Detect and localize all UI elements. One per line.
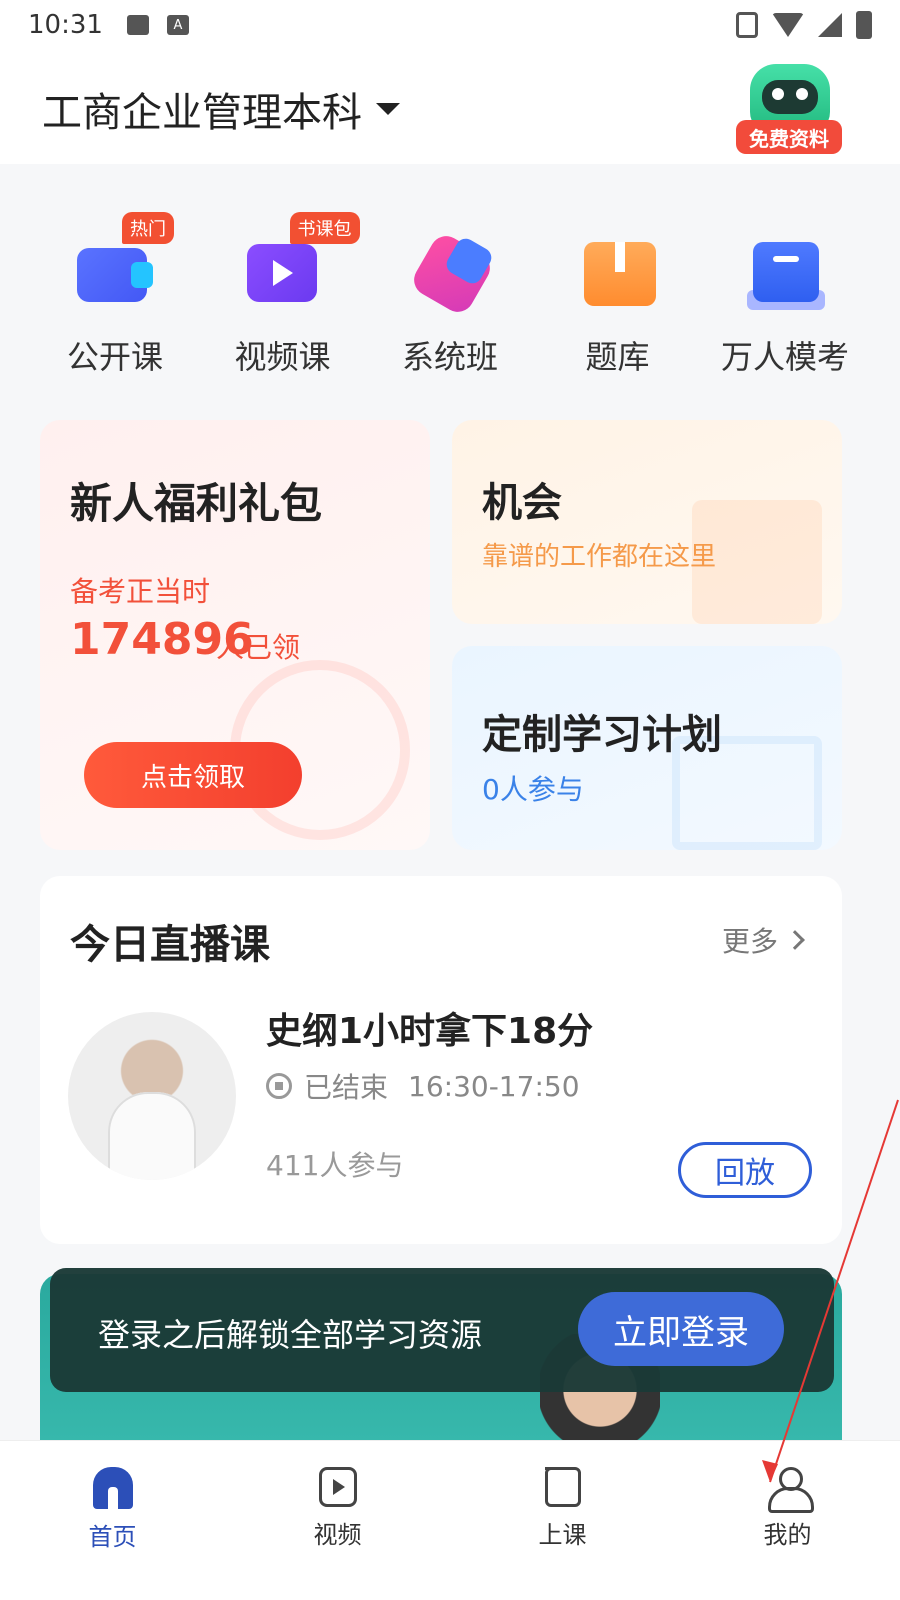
question-bank-icon (576, 228, 660, 308)
dropdown-caret-icon (376, 103, 400, 115)
tab-class[interactable]: 上课 (450, 1441, 675, 1600)
free-material-badge: 免费资料 (736, 120, 842, 154)
wifi-icon (772, 13, 804, 37)
course-title[interactable]: 史纲1小时拿下18分 (266, 1002, 593, 1054)
plan-title: 定制学习计划 (482, 712, 722, 758)
profile-icon (767, 1467, 814, 1513)
bottom-tab-bar: 首页 视频 上课 我的 (0, 1440, 900, 1600)
today-live-section: 今日直播课 更多 史纲1小时拿下18分 已结束 16:30-17:50 411人… (40, 876, 842, 1244)
tab-home[interactable]: 首页 (0, 1441, 225, 1600)
mock-exam-icon (743, 228, 827, 310)
major-title: 工商企业管理本科 (42, 90, 362, 136)
claim-button[interactable]: 点击领取 (84, 742, 302, 808)
battery-icon (856, 11, 872, 39)
nav-system-class[interactable]: 系统班 (375, 218, 525, 378)
tab-video[interactable]: 视频 (225, 1441, 450, 1600)
vibrate-icon (736, 12, 758, 38)
header: 工商企业管理本科 免费资料 (0, 50, 900, 164)
hot-tag: 热门 (122, 212, 174, 244)
signal-icon (818, 13, 842, 37)
gift-count-unit: 人已领 (216, 631, 301, 664)
tab-mine[interactable]: 我的 (675, 1441, 900, 1600)
status-time: 10:31 (28, 10, 103, 40)
home-icon (92, 1467, 133, 1509)
nav-video-course[interactable]: 书课包 视频课 (208, 212, 360, 378)
more-link[interactable]: 更多 (721, 920, 805, 960)
replay-button[interactable]: 回放 (678, 1142, 812, 1198)
class-icon (544, 1467, 581, 1507)
stop-icon (266, 1073, 292, 1099)
teacher-avatar[interactable] (68, 1012, 236, 1180)
mascot-face (762, 80, 818, 114)
course-status: 已结束 16:30-17:50 (266, 1066, 580, 1106)
bundle-tag: 书课包 (289, 212, 360, 244)
nav-open-course[interactable]: 热门 公开课 (40, 212, 190, 378)
major-selector[interactable]: 工商企业管理本科 (42, 80, 400, 138)
video-icon (318, 1467, 357, 1507)
image-icon (126, 15, 149, 35)
chance-title: 机会 (482, 480, 562, 526)
tab-label: 视频 (313, 1521, 362, 1549)
status-text: 已结束 (304, 1071, 389, 1104)
nav-label: 系统班 (401, 338, 498, 376)
tab-label: 首页 (88, 1523, 137, 1551)
chance-subtitle: 靠谱的工作都在这里 (482, 542, 717, 572)
login-prompt-bar: 登录之后解锁全部学习资源 立即登录 (50, 1268, 834, 1392)
section-title: 今日直播课 (70, 922, 270, 968)
system-class-icon (408, 228, 496, 318)
nav-label: 视频课 (234, 338, 331, 376)
mascot-eye-icon (772, 88, 784, 100)
a-icon: A (166, 15, 189, 35)
job-chance-card[interactable]: 机会 靠谱的工作都在这里 (452, 420, 842, 624)
free-material-button[interactable]: 免费资料 (734, 58, 844, 158)
nav-label: 题库 (585, 338, 650, 376)
newcomer-gift-card[interactable]: 新人福利礼包 备考正当时 174896 人已领 点击领取 (40, 420, 430, 850)
chevron-right-icon (785, 930, 805, 950)
tab-label: 我的 (763, 1521, 812, 1549)
nav-mock-exam[interactable]: 万人模考 (710, 218, 860, 378)
login-message: 登录之后解锁全部学习资源 (98, 1316, 483, 1354)
nav-label: 公开课 (66, 338, 163, 376)
plan-subtitle: 0人参与 (482, 773, 584, 806)
status-bar: 10:31 A (0, 0, 900, 50)
study-plan-card[interactable]: 定制学习计划 0人参与 (452, 646, 842, 850)
tab-label: 上课 (538, 1521, 587, 1549)
category-nav: 热门 公开课 书课包 视频课 系统班 题库 万人模考 (40, 212, 860, 378)
gift-subtitle: 备考正当时 (70, 575, 211, 608)
login-button[interactable]: 立即登录 (578, 1292, 784, 1366)
nav-label: 万人模考 (720, 338, 849, 376)
participants-count: 411人参与 (266, 1149, 404, 1182)
nav-question-bank[interactable]: 题库 (543, 218, 693, 378)
more-label: 更多 (721, 925, 778, 958)
mascot-eye-icon (796, 88, 808, 100)
course-time: 16:30-17:50 (408, 1069, 580, 1103)
gift-title: 新人福利礼包 (70, 479, 323, 528)
